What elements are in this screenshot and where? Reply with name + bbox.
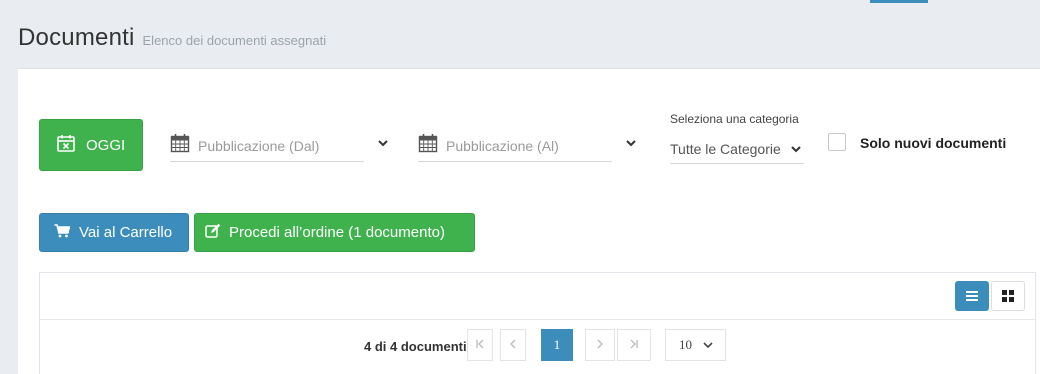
list-view-button[interactable]: [955, 281, 989, 311]
proceed-order-button[interactable]: Procedi all’ordine (1 documento): [194, 213, 475, 252]
calendar-icon: [170, 133, 190, 158]
category-selected-value: Tutte le Categorie: [670, 140, 781, 157]
chevron-down-icon: [703, 342, 713, 349]
today-button[interactable]: OGGI: [39, 119, 143, 171]
page-title: Documenti: [18, 24, 135, 51]
only-new-checkbox[interactable]: [828, 133, 846, 151]
category-label: Seleziona una categoria: [670, 112, 799, 126]
panel-divider: [40, 319, 1035, 320]
chevron-down-icon[interactable]: [624, 136, 638, 150]
prev-page-button[interactable]: [500, 329, 526, 361]
chevron-left-icon: [508, 338, 518, 353]
calendar-icon: [418, 133, 438, 158]
edit-icon: [205, 223, 221, 243]
category-select[interactable]: Tutte le Categorie: [670, 134, 804, 164]
only-new-label[interactable]: Solo nuovi documenti: [860, 135, 1006, 151]
grid-view-button[interactable]: [991, 281, 1025, 311]
shopping-cart-icon: [54, 223, 71, 242]
page-subtitle: Elenco dei documenti assegnati: [142, 33, 327, 48]
next-page-button[interactable]: [585, 329, 615, 361]
documents-count: 4 di 4 documenti: [364, 339, 467, 354]
calendar-today-icon: [56, 133, 76, 157]
cart-button[interactable]: Vai al Carrello: [39, 213, 189, 252]
chevron-down-icon: [791, 145, 801, 152]
date-to-field[interactable]: Pubblicazione (Al): [418, 130, 612, 162]
page-header: Documenti Elenco dei documenti assegnati: [18, 24, 326, 52]
date-from-field[interactable]: Pubblicazione (Dal): [170, 130, 364, 162]
page-1-button[interactable]: 1: [541, 329, 573, 361]
top-accent-bar: [870, 0, 928, 3]
chevron-right-icon: [595, 338, 605, 353]
per-page-select[interactable]: 10: [665, 329, 726, 361]
last-page-button[interactable]: [617, 329, 651, 361]
cart-button-label: Vai al Carrello: [79, 224, 173, 241]
first-page-icon: [475, 338, 485, 353]
date-to-placeholder: Pubblicazione (Al): [446, 137, 559, 154]
last-page-icon: [629, 338, 639, 353]
proceed-order-label: Procedi all’ordine (1 documento): [229, 224, 445, 241]
today-button-label: OGGI: [86, 136, 126, 154]
grid-icon: [1002, 290, 1014, 302]
list-icon: [966, 291, 978, 301]
per-page-value: 10: [679, 337, 692, 352]
chevron-down-icon[interactable]: [376, 136, 390, 150]
date-from-placeholder: Pubblicazione (Dal): [198, 137, 320, 154]
first-page-button[interactable]: [467, 329, 493, 361]
documents-panel: 4 di 4 documenti 1 10: [39, 272, 1036, 374]
